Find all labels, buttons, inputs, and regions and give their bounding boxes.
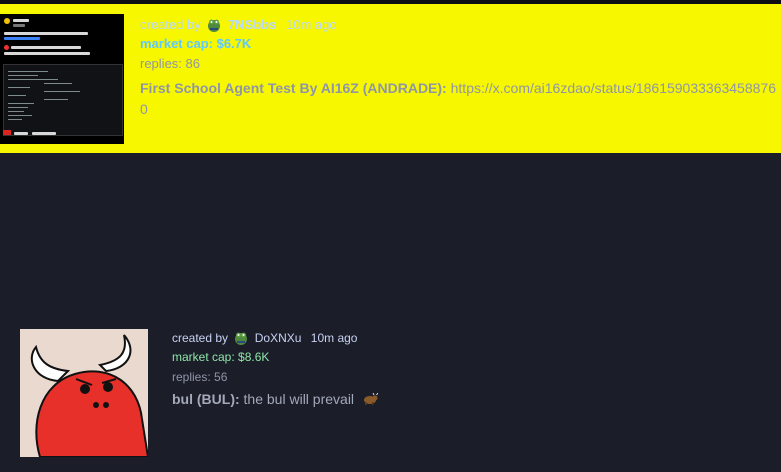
frog-avatar-icon[interactable] <box>234 330 248 345</box>
token-description: First School Agent Test By AI16Z (ANDRAD… <box>140 78 780 120</box>
token-name: First School Agent Test By AI16Z (ANDRAD… <box>140 80 447 96</box>
market-cap: market cap: $6.7K <box>140 36 252 51</box>
created-by-label: created by <box>172 331 229 345</box>
token-description-text: the bul will prevail <box>243 391 355 407</box>
creator-line: created by 7NSbbs 10m ago <box>140 17 337 32</box>
replies-count: replies: 56 <box>172 370 228 384</box>
bull-mascot-image <box>20 329 148 457</box>
tweet-handle-line <box>13 19 29 22</box>
creator-username-link[interactable]: 7NSbbs <box>228 17 276 32</box>
terminal-screenshot <box>3 64 123 136</box>
created-age: 10m ago <box>285 17 337 32</box>
created-age: 10m ago <box>310 331 358 345</box>
created-by-label: created by <box>140 17 201 32</box>
token-thumbnail[interactable] <box>20 329 148 457</box>
market-cap: market cap: $8.6K <box>172 350 270 364</box>
token-description: bul (BUL): the bul will prevail <box>172 392 378 406</box>
frog-avatar-icon[interactable] <box>207 17 221 32</box>
token-name: bul (BUL): <box>172 391 240 407</box>
red-badge <box>3 130 11 135</box>
ox-icon <box>363 393 378 405</box>
creator-username-link[interactable]: DoXNXu <box>255 331 302 345</box>
replies-count: replies: 86 <box>140 56 200 71</box>
creator-line: created by DoXNXu 10m ago <box>172 330 357 345</box>
token-thumbnail[interactable] <box>0 14 124 144</box>
token-card-highlighted[interactable]: created by 7NSbbs 10m ago market cap: $6… <box>0 4 781 153</box>
